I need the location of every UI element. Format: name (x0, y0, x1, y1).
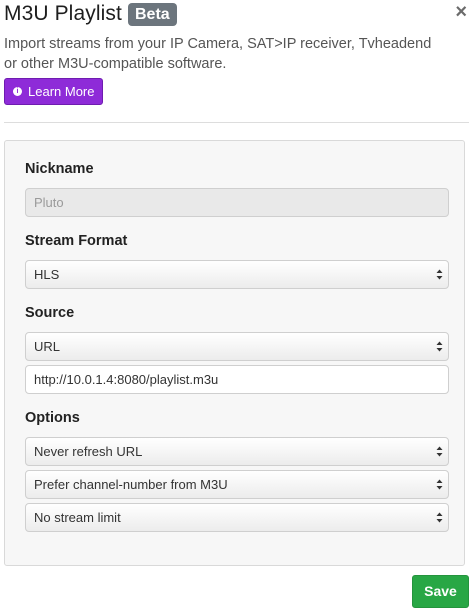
stream-limit-select[interactable]: No stream limit (25, 503, 449, 532)
dialog-header: M3U Playlist Beta (4, 0, 469, 30)
nickname-input[interactable]: Pluto (25, 188, 449, 217)
refresh-select[interactable]: Never refresh URL (25, 437, 449, 466)
select-chevron-icon (436, 479, 443, 490)
stream-limit-value: No stream limit (34, 510, 121, 525)
learn-more-label: Learn More (28, 84, 95, 99)
channel-number-value: Prefer channel-number from M3U (34, 477, 228, 492)
dialog-title: M3U Playlist (4, 2, 122, 25)
beta-badge: Beta (128, 3, 177, 26)
source-value: URL (34, 339, 61, 354)
refresh-value: Never refresh URL (34, 444, 143, 459)
stream-format-select[interactable]: HLS (25, 260, 449, 289)
options-label: Options (25, 410, 80, 426)
source-select[interactable]: URL (25, 332, 449, 361)
learn-more-button[interactable]: i Learn More (4, 78, 104, 105)
select-chevron-icon (436, 512, 443, 523)
divider (4, 122, 469, 123)
source-label: Source (25, 305, 75, 321)
info-circle-icon: i (13, 87, 22, 96)
dialog-description: Import streams from your IP Camera, SAT>… (4, 36, 432, 72)
stream-format-label: Stream Format (25, 233, 128, 249)
stream-format-value: HLS (34, 267, 60, 282)
m3u-playlist-dialog: M3U Playlist Beta × Import streams from … (0, 0, 469, 611)
select-chevron-icon (436, 446, 443, 457)
select-chevron-icon (436, 341, 443, 352)
close-icon[interactable]: × (455, 0, 467, 24)
channel-number-select[interactable]: Prefer channel-number from M3U (25, 470, 449, 499)
select-chevron-icon (436, 269, 443, 280)
source-url-input[interactable]: http://10.0.1.4:8080/playlist.m3u (25, 365, 449, 394)
save-button[interactable]: Save (412, 575, 469, 608)
nickname-label: Nickname (25, 161, 94, 177)
settings-panel: Nickname Pluto Stream Format HLS Source … (4, 140, 465, 566)
